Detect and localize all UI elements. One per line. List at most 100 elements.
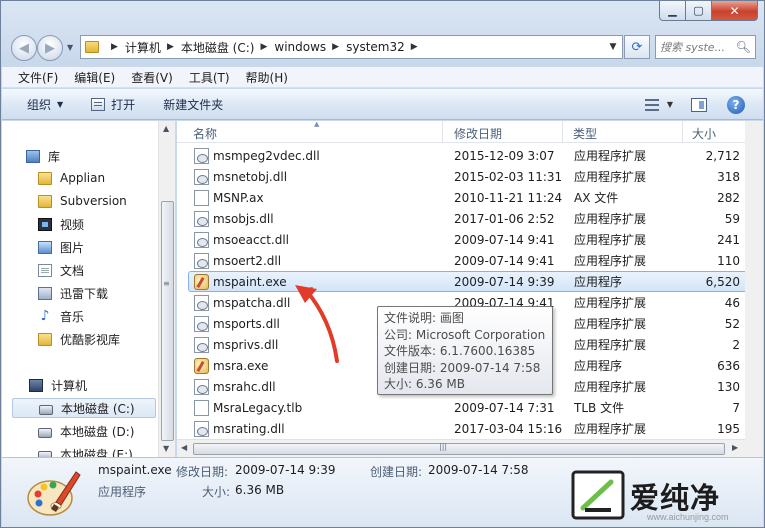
library-icon	[26, 149, 40, 163]
sidebar-item-computer[interactable]: 计算机	[29, 375, 87, 395]
picture-icon	[38, 240, 52, 254]
preview-pane-icon[interactable]	[691, 97, 707, 112]
column-header-type[interactable]: 类型	[573, 125, 597, 142]
file-row[interactable]: msoert2.dll 2009-07-14 9:41 应用程序扩展 110	[189, 250, 745, 271]
details-type: 应用程序	[98, 485, 147, 499]
search-input[interactable]: 搜索 syste... 🔍︎	[655, 35, 756, 59]
menu-help[interactable]: 帮助(H)	[246, 69, 288, 86]
sidebar-item-thunder-downloads[interactable]: 迅雷下载	[38, 283, 108, 303]
breadcrumb-separator-icon[interactable]: ▶	[111, 42, 118, 52]
file-name: msrahc.dll	[213, 379, 276, 394]
file-list-horizontal-scrollbar[interactable]: ◀ ||| ▶	[177, 439, 745, 457]
sidebar-item-drive-d[interactable]: 本地磁盘 (D:)	[38, 421, 134, 441]
breadcrumb: ▶ 计算机 ▶ 本地磁盘 (C:) ▶ windows ▶ system32 ▶	[105, 39, 425, 56]
file-size: 6,520	[705, 274, 740, 289]
breadcrumb-computer[interactable]: 计算机	[125, 39, 161, 56]
address-bar[interactable]: ▶ 计算机 ▶ 本地磁盘 (C:) ▶ windows ▶ system32 ▶…	[80, 35, 623, 59]
scroll-left-icon[interactable]: ◀	[181, 443, 187, 452]
scroll-down-icon[interactable]: ▼	[163, 444, 169, 453]
back-arrow-icon: ◀	[19, 40, 29, 56]
menu-file[interactable]: 文件(F)	[18, 69, 58, 86]
scroll-right-icon[interactable]: ▶	[732, 443, 738, 452]
search-icon[interactable]: 🔍︎	[736, 40, 751, 54]
organize-button[interactable]: 组织 ▼	[27, 96, 63, 113]
file-type: 应用程序	[574, 275, 623, 289]
navigation-pane-scrollbar[interactable]: ▲ ≡ ▼	[158, 121, 175, 457]
file-type: 应用程序扩展	[574, 317, 647, 331]
file-size: 282	[717, 190, 740, 205]
breadcrumb-separator-icon[interactable]: ▶	[167, 42, 174, 52]
breadcrumb-separator-icon[interactable]: ▶	[260, 42, 267, 52]
sidebar-item-drive-e[interactable]: 本地磁盘 (E:)	[38, 444, 133, 457]
explorer-window: ▁ ▢ ✕ ◀ ▶ ▼ ▶ 计算机 ▶ 本地磁盘 (C:) ▶ windows …	[0, 0, 765, 528]
close-button[interactable]: ✕	[712, 1, 758, 21]
file-row[interactable]: MSNP.ax 2010-11-21 11:24 AX 文件 282	[189, 187, 745, 208]
file-size: 110	[717, 253, 740, 268]
breadcrumb-windows[interactable]: windows	[274, 40, 326, 54]
search-placeholder: 搜索 syste...	[660, 41, 726, 54]
file-list-vertical-scrollbar[interactable]	[745, 121, 763, 439]
back-button[interactable]: ◀	[11, 35, 37, 61]
recent-pages-chevron-icon[interactable]: ▼	[67, 43, 73, 52]
scrollbar-thumb[interactable]	[161, 201, 174, 441]
maximize-button[interactable]: ▢	[686, 1, 712, 21]
menu-view[interactable]: 查看(V)	[131, 69, 173, 86]
tooltip-created: 创建日期: 2009-07-14 7:58	[384, 360, 541, 375]
change-view-button[interactable]: ▼	[644, 98, 673, 111]
sidebar-item-label: 计算机	[51, 378, 88, 393]
menu-tools[interactable]: 工具(T)	[189, 69, 230, 86]
file-date: 2009-07-14 9:41	[454, 232, 555, 247]
breadcrumb-system32[interactable]: system32	[346, 40, 405, 54]
file-type: 应用程序扩展	[574, 254, 647, 268]
scrollbar-thumb[interactable]	[193, 443, 725, 455]
drive-icon	[39, 404, 53, 415]
breadcrumb-drive-c[interactable]: 本地磁盘 (C:)	[181, 39, 255, 56]
file-row[interactable]: msobjs.dll 2017-01-06 2:52 应用程序扩展 59	[189, 208, 745, 229]
sidebar-item-subversion[interactable]: Subversion	[38, 191, 127, 211]
sidebar-item-library[interactable]: 库	[26, 146, 60, 166]
sidebar-item-videos[interactable]: 视频	[38, 214, 84, 234]
dll-file-icon	[194, 252, 209, 269]
forward-button[interactable]: ▶	[37, 35, 63, 61]
column-divider[interactable]	[442, 121, 443, 143]
file-type: 应用程序	[574, 359, 623, 373]
address-dropdown-icon[interactable]: ▼	[604, 42, 622, 52]
file-row[interactable]: msoeacct.dll 2009-07-14 9:41 应用程序扩展 241	[189, 229, 745, 250]
file-size: 2	[732, 337, 740, 352]
help-icon[interactable]: ?	[727, 95, 745, 114]
file-date: 2010-11-21 11:24	[454, 190, 563, 205]
column-header-date[interactable]: 修改日期	[454, 125, 502, 142]
file-row[interactable]: msrating.dll 2017-03-04 15:16 应用程序扩展 195	[189, 418, 745, 439]
breadcrumb-separator-icon[interactable]: ▶	[332, 42, 339, 52]
file-row[interactable]: msnetobj.dll 2015-02-03 11:31 应用程序扩展 318	[189, 166, 745, 187]
column-divider[interactable]	[562, 121, 563, 143]
minimize-button[interactable]: ▁	[659, 1, 686, 21]
sidebar-item-label: Subversion	[60, 194, 127, 208]
sidebar-item-drive-c[interactable]: 本地磁盘 (C:)	[12, 398, 156, 418]
file-row[interactable]: mspaint.exe 2009-07-14 9:39 应用程序 6,520	[188, 271, 745, 292]
new-folder-button[interactable]: 新建文件夹	[163, 96, 223, 113]
command-bar: 组织 ▼ 打开 新建文件夹 ▼ ?	[2, 89, 763, 120]
sidebar-item-youku-library[interactable]: 优酷影视库	[38, 329, 120, 349]
column-header-size[interactable]: 大小	[692, 125, 716, 142]
sidebar-item-music[interactable]: ♪ 音乐	[38, 306, 84, 326]
refresh-button[interactable]: ⟳	[624, 35, 650, 59]
sidebar-item-applian[interactable]: Applian	[38, 168, 105, 188]
sidebar-item-pictures[interactable]: 图片	[38, 237, 84, 257]
sidebar-item-documents[interactable]: 文档	[38, 260, 84, 280]
column-divider[interactable]	[682, 121, 683, 143]
file-row[interactable]: msmpeg2vdec.dll 2015-12-09 3:07 应用程序扩展 2,71…	[189, 145, 745, 166]
menu-edit[interactable]: 编辑(E)	[74, 69, 115, 86]
dll-file-icon	[194, 420, 209, 437]
column-header-name[interactable]: 名称	[193, 125, 217, 142]
file-icon	[194, 399, 209, 416]
file-row[interactable]: MsraLegacy.tlb 2009-07-14 7:31 TLB 文件 7	[189, 397, 745, 418]
scroll-up-icon[interactable]: ▲	[163, 124, 169, 133]
file-name: msrating.dll	[213, 421, 285, 436]
file-type: 应用程序扩展	[574, 422, 647, 436]
download-icon	[38, 286, 52, 300]
open-button[interactable]: 打开	[91, 96, 135, 113]
breadcrumb-separator-icon[interactable]: ▶	[411, 42, 418, 52]
sidebar-item-label: 音乐	[60, 309, 85, 324]
file-type: 应用程序扩展	[574, 338, 647, 352]
